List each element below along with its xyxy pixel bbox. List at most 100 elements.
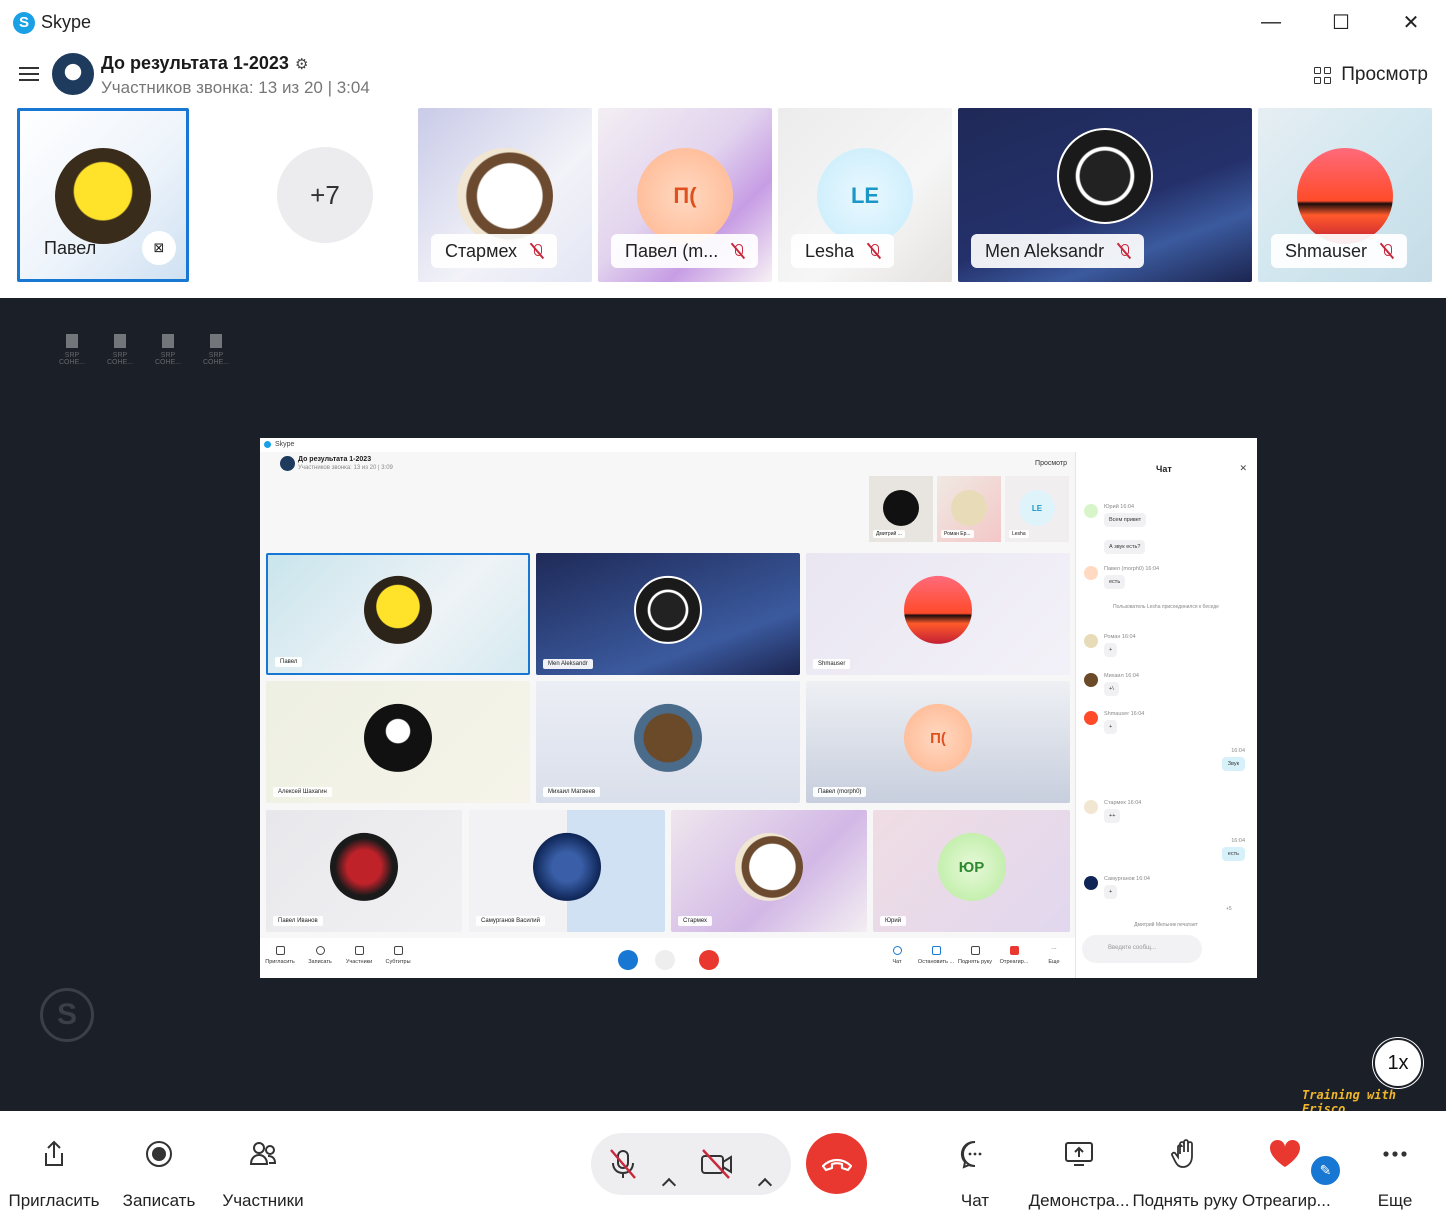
close-icon: ✕ (1239, 463, 1247, 473)
group-title[interactable]: До результата 1-2023 (101, 53, 289, 74)
view-button[interactable]: Просмотр (1314, 64, 1428, 86)
shared-avatar: П( (904, 703, 972, 772)
file-label: SRP COHE... (154, 352, 182, 366)
react-label: Отреагир... (1242, 1191, 1331, 1210)
mini-avatar (883, 490, 919, 526)
more-participants-button[interactable]: +7 (277, 147, 373, 243)
participant-tile[interactable]: Стармех (418, 108, 592, 282)
hang-up-button[interactable] (806, 1133, 867, 1194)
chat-bubble-icon (950, 1137, 1000, 1171)
shared-toolbar-item: Отреагир... (992, 946, 1036, 965)
shared-avatar (330, 832, 398, 901)
playback-speed-button[interactable]: 1x (1373, 1038, 1423, 1088)
shared-mic-icon (618, 950, 638, 970)
file-icon: SRP COHE... (202, 334, 230, 380)
chat-button[interactable]: Чат (950, 1137, 1000, 1211)
participant-nameplate: Lesha (791, 234, 895, 268)
camera-off-toggle-icon[interactable] (699, 1147, 735, 1181)
mini-tile: LE Lesha (1005, 476, 1069, 542)
self-avatar (55, 148, 151, 244)
chat-sender: Shmauser 16:04 (1104, 711, 1145, 717)
participant-tile[interactable]: Men Aleksandr (958, 108, 1252, 282)
mic-off-icon (866, 243, 882, 259)
participant-tile[interactable]: П( Павел (m... (598, 108, 772, 282)
mini-tile: Роман Ер... (937, 476, 1001, 542)
group-avatar (280, 456, 295, 471)
chat-message: Михаил 16:04 +\ (1084, 673, 1139, 696)
file-icon: SRP COHE... (106, 334, 134, 380)
title-bar: S Skype — ☐ ✕ (0, 0, 1446, 44)
mic-off-toggle-icon[interactable] (606, 1147, 640, 1181)
chat-message: Shmauser 16:04 + (1084, 711, 1145, 734)
pencil-edit-icon[interactable]: ✎ (1309, 1154, 1342, 1187)
chat-reactions-count: +5 (1226, 906, 1232, 912)
chat-sender: Михаил 16:04 (1104, 673, 1139, 679)
self-nameplate: Павел (30, 231, 108, 265)
chat-sender: Стармех 16:04 (1104, 800, 1142, 806)
participants-button[interactable]: Участники (220, 1137, 306, 1211)
chat-text: есть (1104, 575, 1126, 589)
shared-tile: П( Павел (morph0) (806, 681, 1070, 803)
share-screen-button[interactable]: Демонстра... (1024, 1137, 1134, 1211)
screen-share-stage: SRP COHE... SRP COHE... SRP COHE... SRP … (0, 298, 1446, 1116)
chat-text: ++ (1104, 809, 1121, 823)
chat-typing-indicator: Дмитрий Мельник печатает (1134, 922, 1198, 928)
chat-text: +\ (1104, 682, 1119, 696)
minimize-button[interactable]: — (1236, 0, 1306, 44)
close-button[interactable]: ✕ (1376, 0, 1446, 44)
chat-outgoing: 16:04 есть (1221, 838, 1245, 861)
shared-toolbar-label: Субтитры (385, 959, 411, 965)
call-header: До результата 1-2023 ⚙ Участников звонка… (0, 44, 1446, 104)
chat-outgoing: 16:04 Звук (1221, 748, 1245, 771)
share-screen-label: Демонстра... (1028, 1191, 1130, 1210)
maximize-button[interactable]: ☐ (1306, 0, 1376, 44)
shared-title-bar: Skype (260, 438, 1257, 452)
raise-hand-button[interactable]: Поднять руку (1132, 1137, 1238, 1211)
shared-camera-icon (655, 950, 675, 970)
participant-name: Lesha (805, 240, 855, 261)
chat-sender: Павел (morph0) 16:04 (1104, 566, 1160, 572)
shared-toolbar-label: Поднять руку (958, 959, 992, 965)
shared-tile-name: Men Aleksandr (543, 659, 593, 669)
shared-tile: Shmauser (806, 553, 1070, 675)
mini-name: Дмитрий ... (873, 530, 905, 538)
hamburger-menu-icon[interactable] (19, 67, 39, 82)
camera-options-chevron-icon[interactable] (757, 1175, 773, 1191)
more-button[interactable]: Еще (1370, 1137, 1420, 1211)
call-participants-info: Участников звонка: 13 из 20 | 3:04 (101, 78, 370, 97)
participant-tile[interactable]: Shmauser (1258, 108, 1432, 282)
chat-text: + (1104, 643, 1118, 657)
shared-toolbar-label: Еще (1048, 959, 1060, 965)
shared-chat-input: Введите сообщ... (1082, 935, 1202, 963)
share-upload-icon (8, 1137, 100, 1171)
shared-tile: Men Aleksandr (536, 553, 800, 675)
shared-toolbar-item: Поднять руку (953, 946, 997, 965)
participant-nameplate: Shmauser (1271, 234, 1408, 268)
participant-avatar: LE (817, 148, 913, 244)
invite-button[interactable]: Пригласить (8, 1137, 100, 1211)
group-avatar[interactable] (52, 53, 94, 95)
gear-icon[interactable]: ⚙ (295, 55, 308, 73)
file-label: SRP COHE... (106, 352, 134, 366)
shared-toolbar-item: Участники (337, 946, 381, 965)
record-button[interactable]: Записать (118, 1137, 200, 1211)
people-icon (220, 1137, 306, 1171)
shared-tile: Павел (266, 553, 530, 675)
shared-avatar (364, 703, 432, 772)
chat-message: Роман 16:04 + (1084, 634, 1136, 657)
hide-video-icon[interactable]: ⊠ (142, 231, 176, 265)
participant-tile[interactable]: LE Lesha (778, 108, 952, 282)
chat-avatar (1084, 634, 1098, 648)
chat-sender: Самурганов 16:04 (1104, 876, 1150, 882)
self-video-tile[interactable]: Павел ⊠ (17, 108, 189, 282)
mic-options-chevron-icon[interactable] (661, 1175, 677, 1191)
chat-time: 16:04 (1231, 838, 1245, 844)
chat-text: + (1104, 885, 1118, 899)
participant-nameplate: Стармех (431, 234, 558, 268)
self-name: Павел (44, 237, 97, 258)
shared-chat-title: Чат (1156, 464, 1172, 474)
shared-toolbar: Пригласить Записать Участники Субтитры Ч… (260, 938, 1075, 978)
chat-text: Звук (1221, 757, 1245, 771)
chat-text: А звук есть? (1104, 540, 1146, 554)
shared-avatar (533, 832, 601, 901)
